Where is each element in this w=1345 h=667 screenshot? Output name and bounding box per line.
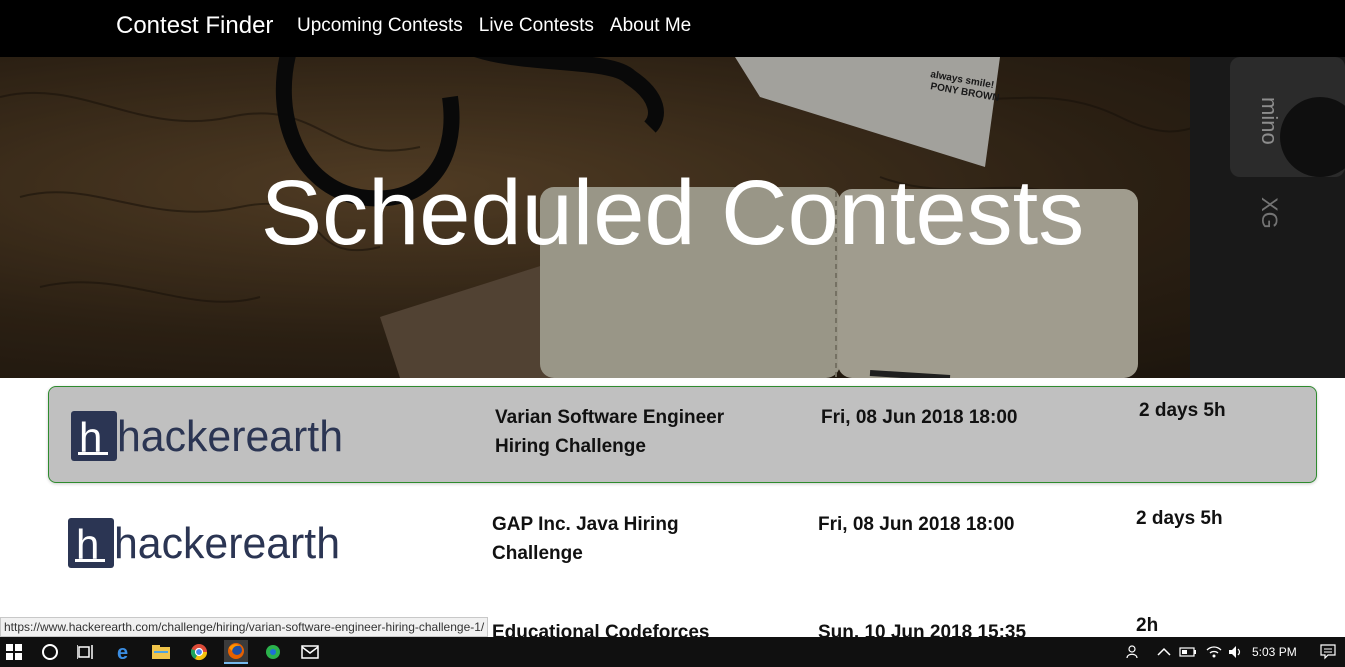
wifi-icon[interactable] bbox=[1202, 640, 1226, 664]
people-icon[interactable] bbox=[1122, 640, 1146, 664]
contest-duration: 2 days 5h bbox=[1136, 508, 1223, 529]
hackerearth-logo[interactable]: h hackerearth bbox=[69, 405, 349, 465]
firefox-browser-icon[interactable] bbox=[224, 640, 248, 664]
nav-link-about-me[interactable]: About Me bbox=[610, 15, 691, 37]
green-app-icon[interactable] bbox=[261, 640, 285, 664]
cortana-search-icon[interactable] bbox=[38, 640, 62, 664]
mail-icon[interactable] bbox=[298, 640, 322, 664]
contest-start-date: Fri, 08 Jun 2018 18:00 bbox=[818, 514, 1015, 535]
edge-browser-icon[interactable]: e bbox=[113, 640, 137, 664]
contest-start-date: Fri, 08 Jun 2018 18:00 bbox=[821, 407, 1018, 428]
hackerearth-logo[interactable]: h hackerearth bbox=[66, 512, 346, 572]
chrome-browser-icon[interactable] bbox=[187, 640, 211, 664]
nav-link-upcoming-contests[interactable]: Upcoming Contests bbox=[297, 15, 463, 37]
link-status-url: https://www.hackerearth.com/challenge/hi… bbox=[0, 617, 489, 637]
windows-start-icon[interactable] bbox=[2, 640, 26, 664]
hero-banner: always smile! PONY BROWN mino XG Schedul… bbox=[0, 57, 1345, 378]
nav-links: Upcoming Contests Live Contests About Me bbox=[297, 15, 691, 37]
brand-link[interactable]: Contest Finder bbox=[116, 12, 273, 40]
file-explorer-icon[interactable] bbox=[149, 640, 173, 664]
contest-row[interactable]: h hackerearth GAP Inc. Java Hiring Chall… bbox=[46, 494, 1315, 591]
svg-text:e: e bbox=[117, 642, 128, 662]
contest-duration: 2h bbox=[1136, 615, 1159, 636]
chevron-up-icon[interactable] bbox=[1152, 640, 1176, 664]
nav-link-live-contests[interactable]: Live Contests bbox=[479, 15, 594, 37]
action-center-icon[interactable] bbox=[1316, 640, 1340, 664]
contest-row[interactable]: h hackerearth Varian Software Engineer H… bbox=[48, 386, 1317, 483]
logo-wordmark: hackerearth bbox=[117, 412, 343, 461]
task-view-icon[interactable] bbox=[74, 640, 98, 664]
battery-icon[interactable] bbox=[1176, 640, 1200, 664]
contest-duration: 2 days 5h bbox=[1139, 400, 1226, 421]
top-navbar: Contest Finder Upcoming Contests Live Co… bbox=[0, 0, 1345, 57]
page-title: Scheduled Contests bbox=[260, 162, 1085, 264]
browser-viewport: Contest Finder Upcoming Contests Live Co… bbox=[0, 0, 1345, 667]
contest-name: Varian Software Engineer Hiring Challeng… bbox=[495, 407, 725, 457]
volume-icon[interactable] bbox=[1224, 640, 1248, 664]
logo-wordmark: hackerearth bbox=[114, 519, 340, 568]
contest-name: GAP Inc. Java Hiring Challenge bbox=[492, 514, 679, 564]
windows-taskbar: e 5:03 PM bbox=[0, 637, 1345, 667]
taskbar-clock[interactable]: 5:03 PM bbox=[1252, 645, 1297, 659]
